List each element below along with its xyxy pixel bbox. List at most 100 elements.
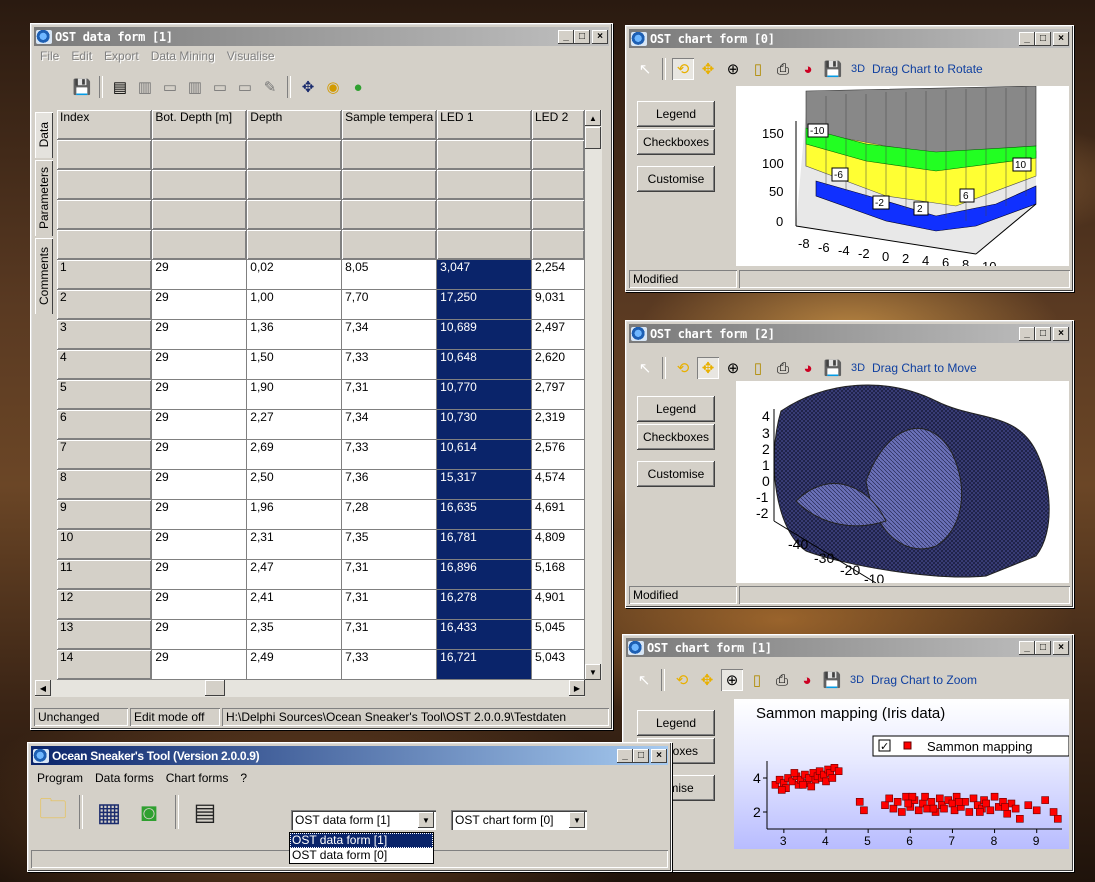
main-titlebar[interactable]: Ocean Sneaker's Tool (Version 2.0.0.9) _… — [31, 746, 668, 765]
tab-comments[interactable]: Comments — [35, 238, 53, 314]
column-header[interactable]: Depth — [246, 110, 343, 140]
chart-color-icon[interactable]: ◕ — [797, 357, 819, 379]
table-row[interactable]: 8 29 2,50 7,36 15,317 4,574 — [57, 469, 585, 500]
legend-button[interactable]: Legend — [637, 710, 715, 736]
table-cell[interactable]: 29 — [151, 349, 248, 380]
print-icon[interactable]: ⎙ — [772, 58, 794, 80]
vertical-scrollbar[interactable]: ▲ ▼ — [585, 110, 602, 680]
table-row[interactable]: 13 29 2,35 7,31 16,433 5,045 — [57, 619, 585, 650]
row-index-cell[interactable]: 11 — [57, 559, 153, 590]
pointer-arrow-icon[interactable]: ↖ — [634, 58, 656, 80]
column-header[interactable]: LED 2 — [531, 110, 585, 140]
table-cell[interactable]: 29 — [151, 259, 248, 290]
table-cell[interactable]: 2,576 — [531, 439, 585, 470]
table-cell[interactable]: 2,35 — [246, 619, 343, 650]
chart-0-plot[interactable]: 150 100 50 0 -8 -6 -4 -2 0 2 4 6 8 10 -1… — [736, 86, 1069, 266]
table-cell[interactable]: 2,497 — [531, 319, 585, 350]
table-cell[interactable]: 29 — [151, 529, 248, 560]
print-icon[interactable]: ⎙ — [772, 357, 794, 379]
row-index-cell[interactable]: 14 — [57, 649, 153, 680]
table-row[interactable]: 11 29 2,47 7,31 16,896 5,168 — [57, 559, 585, 590]
table-cell[interactable]: 29 — [151, 649, 248, 680]
table-cell[interactable]: 7,31 — [341, 589, 438, 620]
menu-data-forms[interactable]: Data forms — [89, 771, 160, 785]
table-cell[interactable]: 4,901 — [531, 589, 585, 620]
scroll-thumb[interactable] — [585, 127, 601, 149]
chart-form-1-titlebar[interactable]: OST chart form [1] _ □ × — [626, 638, 1070, 657]
row-index-cell[interactable]: 13 — [57, 619, 153, 650]
save-icon[interactable]: 💾 — [822, 357, 844, 379]
table-cell[interactable]: 5,045 — [531, 619, 585, 650]
close-button[interactable]: × — [651, 748, 667, 763]
table-row[interactable]: 9 29 1,96 7,28 16,635 4,691 — [57, 499, 585, 530]
table-cell[interactable]: 17,250 — [436, 289, 532, 320]
chart-2-plot[interactable]: 4 3 2 1 0 -1 -2 -40 -30 -20 -10 — [736, 381, 1069, 583]
horizontal-scroll-thumb[interactable] — [205, 680, 225, 696]
toggle-3d-button[interactable]: 3D — [847, 357, 869, 379]
table-cell[interactable]: 29 — [151, 499, 248, 530]
chevron-down-icon[interactable]: ▼ — [418, 812, 434, 828]
chevron-down-icon[interactable]: ▼ — [569, 812, 585, 828]
table-cell[interactable]: 29 — [151, 409, 248, 440]
zoom-icon[interactable]: ⊕ — [722, 357, 744, 379]
legend-button[interactable]: Legend — [637, 101, 715, 127]
save-icon[interactable]: 💾 — [71, 76, 93, 98]
minimize-button[interactable]: _ — [1019, 640, 1035, 655]
table-cell[interactable]: 1,36 — [246, 319, 343, 350]
row-index-cell[interactable]: 7 — [57, 439, 153, 470]
scroll-down-button[interactable]: ▼ — [585, 664, 601, 680]
zoom-icon[interactable]: ⊕ — [721, 669, 743, 691]
table-cell[interactable]: 29 — [151, 589, 248, 620]
table-cell[interactable]: 7,33 — [341, 649, 438, 680]
table-row[interactable]: 4 29 1,50 7,33 10,648 2,620 — [57, 349, 585, 380]
table-row[interactable]: 1 29 0,02 8,05 3,047 2,254 — [57, 259, 585, 290]
pointer-arrow-icon[interactable]: ↖ — [633, 669, 655, 691]
globe-icon[interactable]: ● — [347, 76, 369, 98]
table-cell[interactable]: 29 — [151, 379, 248, 410]
scroll-right-button[interactable]: ▶ — [569, 680, 585, 696]
customise-button[interactable]: Customise — [637, 166, 715, 192]
table-cell[interactable]: 16,781 — [436, 529, 532, 560]
table-cell[interactable]: 4,691 — [531, 499, 585, 530]
chart-color-icon[interactable]: ◕ — [796, 669, 818, 691]
scroll-left-button[interactable]: ◀ — [35, 680, 51, 696]
maximize-button[interactable]: □ — [1035, 31, 1051, 46]
table-cell[interactable]: 8,05 — [341, 259, 438, 290]
table-row[interactable]: 10 29 2,31 7,35 16,781 4,809 — [57, 529, 585, 560]
table-cell[interactable]: 2,797 — [531, 379, 585, 410]
table-cell[interactable]: 1,90 — [246, 379, 343, 410]
append-row-icon[interactable]: ▥ — [184, 76, 206, 98]
row-index-cell[interactable]: 1 — [57, 259, 153, 290]
pointer-arrow-icon[interactable]: ↖ — [634, 357, 656, 379]
row-index-cell[interactable]: 9 — [57, 499, 153, 530]
close-button[interactable]: × — [592, 29, 608, 44]
checkboxes-button[interactable]: Checkboxes — [637, 129, 715, 155]
delete-column-icon[interactable]: ▭ — [234, 76, 256, 98]
minimize-button[interactable]: _ — [1019, 326, 1035, 341]
minimize-button[interactable]: _ — [1019, 31, 1035, 46]
table-cell[interactable]: 15,317 — [436, 469, 532, 500]
tab-parameters[interactable]: Parameters — [35, 160, 53, 236]
table-cell[interactable]: 16,635 — [436, 499, 532, 530]
menu-help[interactable]: ? — [234, 771, 253, 785]
table-cell[interactable]: 1,96 — [246, 499, 343, 530]
table-cell[interactable]: 7,31 — [341, 619, 438, 650]
dropdown-option[interactable]: OST data form [1] — [290, 833, 433, 848]
table-cell[interactable]: 7,33 — [341, 349, 438, 380]
table-cell[interactable]: 7,34 — [341, 409, 438, 440]
maximize-button[interactable]: □ — [633, 748, 649, 763]
table-cell[interactable]: 3,047 — [436, 259, 532, 290]
data-form-titlebar[interactable]: OST data form [1] _ □ × — [34, 27, 609, 46]
close-button[interactable]: × — [1053, 640, 1069, 655]
table-cell[interactable]: 10,689 — [436, 319, 532, 350]
new-data-form-icon[interactable]: ▦ — [92, 795, 126, 829]
table-cell[interactable]: 4,574 — [531, 469, 585, 500]
copy-icon[interactable]: ▯ — [746, 669, 768, 691]
row-index-cell[interactable]: 3 — [57, 319, 153, 350]
move-icon[interactable]: ✥ — [696, 669, 718, 691]
table-row[interactable]: 6 29 2,27 7,34 10,730 2,319 — [57, 409, 585, 440]
close-button[interactable]: × — [1053, 31, 1069, 46]
toggle-3d-button[interactable]: 3D — [846, 669, 868, 691]
table-cell[interactable]: 2,27 — [246, 409, 343, 440]
insert-row-icon[interactable]: ▤ — [109, 76, 131, 98]
